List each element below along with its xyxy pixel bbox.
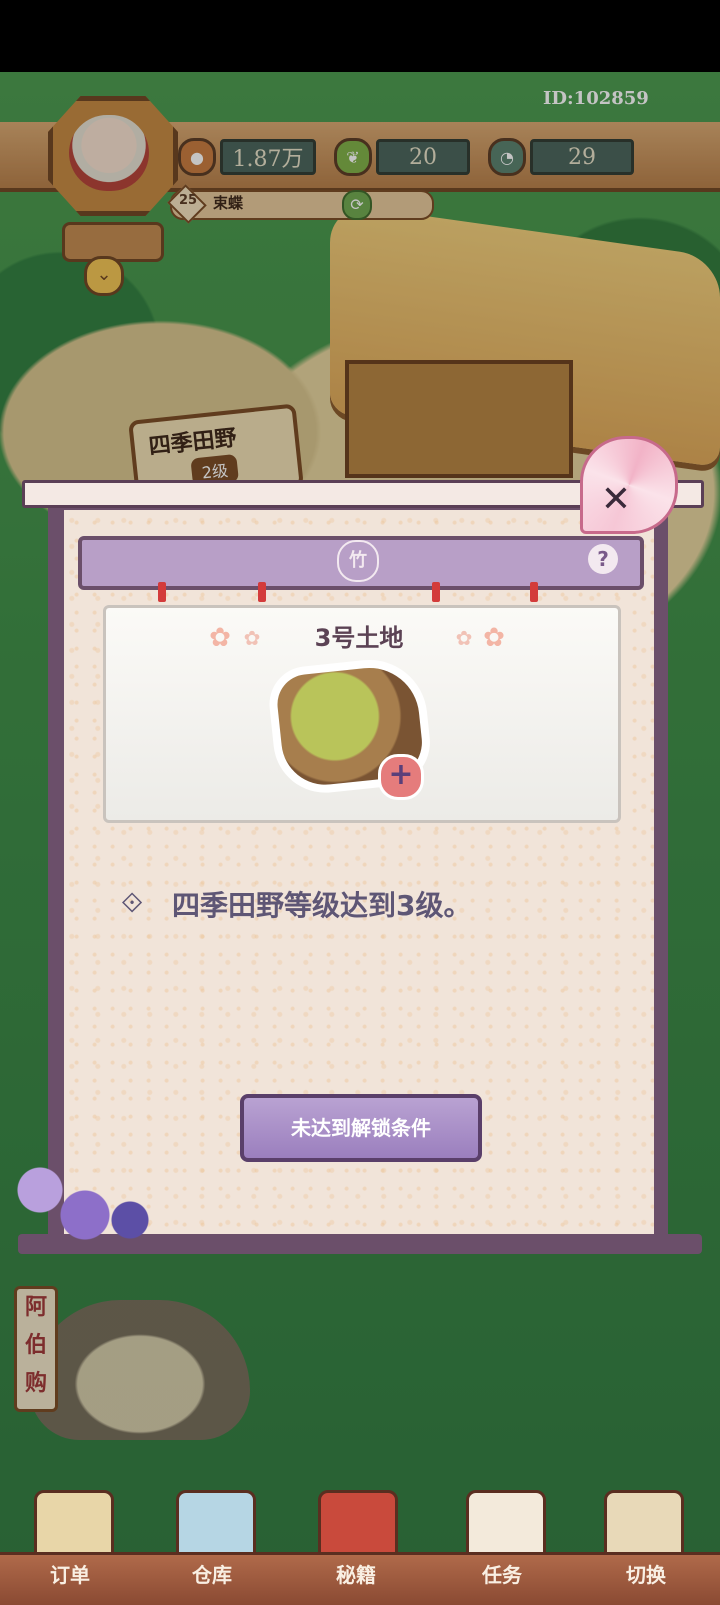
pin-icon	[258, 582, 266, 602]
pin-icon	[530, 582, 538, 602]
plant-plus-icon: +	[378, 754, 424, 800]
status-bar	[0, 0, 720, 72]
nav-secrets[interactable]: 秘籍	[310, 1555, 402, 1595]
unlock-button[interactable]: 未达到解锁条件	[240, 1094, 482, 1162]
nav-tasks[interactable]: 任务	[456, 1555, 548, 1595]
nav-orders[interactable]: 订单	[24, 1555, 116, 1595]
bamboo-emblem-icon: 竹	[337, 540, 379, 582]
pin-icon	[158, 582, 166, 602]
pin-icon	[432, 582, 440, 602]
land-title: 3号土地	[314, 624, 404, 652]
close-button[interactable]: ✕	[596, 480, 636, 520]
nav-warehouse[interactable]: 仓库	[166, 1555, 258, 1595]
unlock-condition: 四季田野等级达到3级。	[172, 889, 472, 922]
help-button[interactable]: ?	[588, 544, 618, 574]
diamond-bullet-icon: ⟐	[121, 886, 144, 919]
nav-switch[interactable]: 切换	[600, 1555, 692, 1595]
flower-decoration	[10, 1160, 160, 1250]
